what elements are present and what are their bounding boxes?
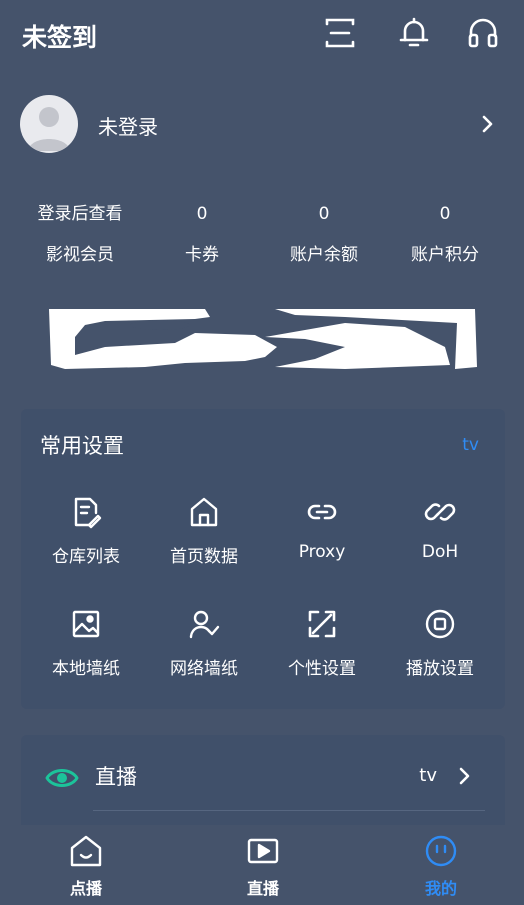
settings-item-label: 个性设置	[288, 659, 356, 679]
chevron-right-icon[interactable]	[453, 765, 475, 787]
settings-item-repo-list[interactable]: 仓库列表	[26, 495, 146, 585]
edit-document-icon	[74, 497, 102, 529]
settings-item-proxy[interactable]: Proxy	[262, 495, 382, 585]
link-icon	[307, 504, 337, 520]
nav-tab-live[interactable]: 直播	[198, 825, 328, 905]
settings-item-label: 播放设置	[406, 659, 474, 679]
settings-item-label: 本地墙纸	[52, 659, 120, 679]
stat-label: 卡券	[185, 245, 219, 265]
eye-icon	[45, 761, 79, 795]
nav-label: 点播	[69, 879, 102, 898]
settings-item-label: 首页数据	[170, 547, 238, 567]
stat-coupons[interactable]: 0 卡券	[142, 200, 262, 265]
divider	[93, 810, 485, 811]
stop-circle-icon	[425, 609, 455, 639]
image-icon	[72, 610, 100, 638]
nav-label: 直播	[246, 879, 279, 898]
common-settings-card: 常用设置 tv 仓库列表 首页数据 Proxy DoH 本地墙纸 网络墙纸 个性…	[21, 409, 505, 709]
profile-name[interactable]: 未登录	[98, 111, 158, 140]
user-check-icon	[189, 610, 220, 639]
settings-item-label: 仓库列表	[52, 547, 120, 567]
settings-item-playback[interactable]: 播放设置	[380, 607, 500, 697]
page-title: 未签到	[22, 23, 98, 52]
stat-balance[interactable]: 0 账户余额	[264, 200, 384, 265]
stat-vip[interactable]: 登录后查看 影视会员	[20, 200, 140, 265]
settings-item-label: 网络墙纸	[170, 659, 238, 679]
nav-tab-mine[interactable]: 我的	[376, 825, 506, 905]
home-smile-icon	[70, 835, 102, 867]
stat-label: 账户积分	[411, 245, 479, 265]
settings-item-personalize[interactable]: 个性设置	[262, 607, 382, 697]
banner-image[interactable]	[45, 307, 479, 371]
avatar[interactable]	[20, 95, 78, 153]
stat-value: 0	[439, 204, 451, 224]
live-source-value[interactable]: tv	[419, 765, 437, 786]
home-icon	[190, 497, 218, 527]
headset-icon[interactable]	[466, 16, 500, 50]
nav-tab-vod[interactable]: 点播	[21, 825, 151, 905]
chain-link-icon	[424, 503, 456, 521]
settings-item-home-data[interactable]: 首页数据	[144, 495, 264, 585]
live-label[interactable]: 直播	[95, 761, 137, 791]
stat-value: 0	[318, 204, 330, 224]
settings-item-label: DoH	[421, 542, 459, 562]
profile-row[interactable]: 未登录	[20, 95, 504, 155]
play-box-icon	[247, 838, 279, 864]
stat-label: 账户余额	[290, 245, 358, 265]
settings-item-doh[interactable]: DoH	[380, 495, 500, 585]
stat-value: 0	[196, 204, 208, 224]
stat-value: 登录后查看	[37, 204, 123, 224]
nav-label: 我的	[424, 879, 457, 898]
stat-label: 影视会员	[46, 245, 114, 265]
stat-points[interactable]: 0 账户积分	[385, 200, 505, 265]
settings-item-network-wallpaper[interactable]: 网络墙纸	[144, 607, 264, 697]
section-title: 常用设置	[40, 434, 124, 458]
settings-item-local-wallpaper[interactable]: 本地墙纸	[26, 607, 146, 697]
scan-icon[interactable]	[323, 16, 357, 50]
settings-tag[interactable]: tv	[462, 435, 479, 455]
settings-item-label: Proxy	[298, 542, 346, 562]
top-bar: 未签到	[0, 0, 524, 70]
face-icon	[425, 835, 457, 867]
bell-icon[interactable]	[397, 16, 431, 50]
expand-icon	[308, 610, 336, 638]
chevron-right-icon[interactable]	[476, 113, 498, 135]
bottom-nav: 点播 直播 我的	[0, 825, 524, 905]
